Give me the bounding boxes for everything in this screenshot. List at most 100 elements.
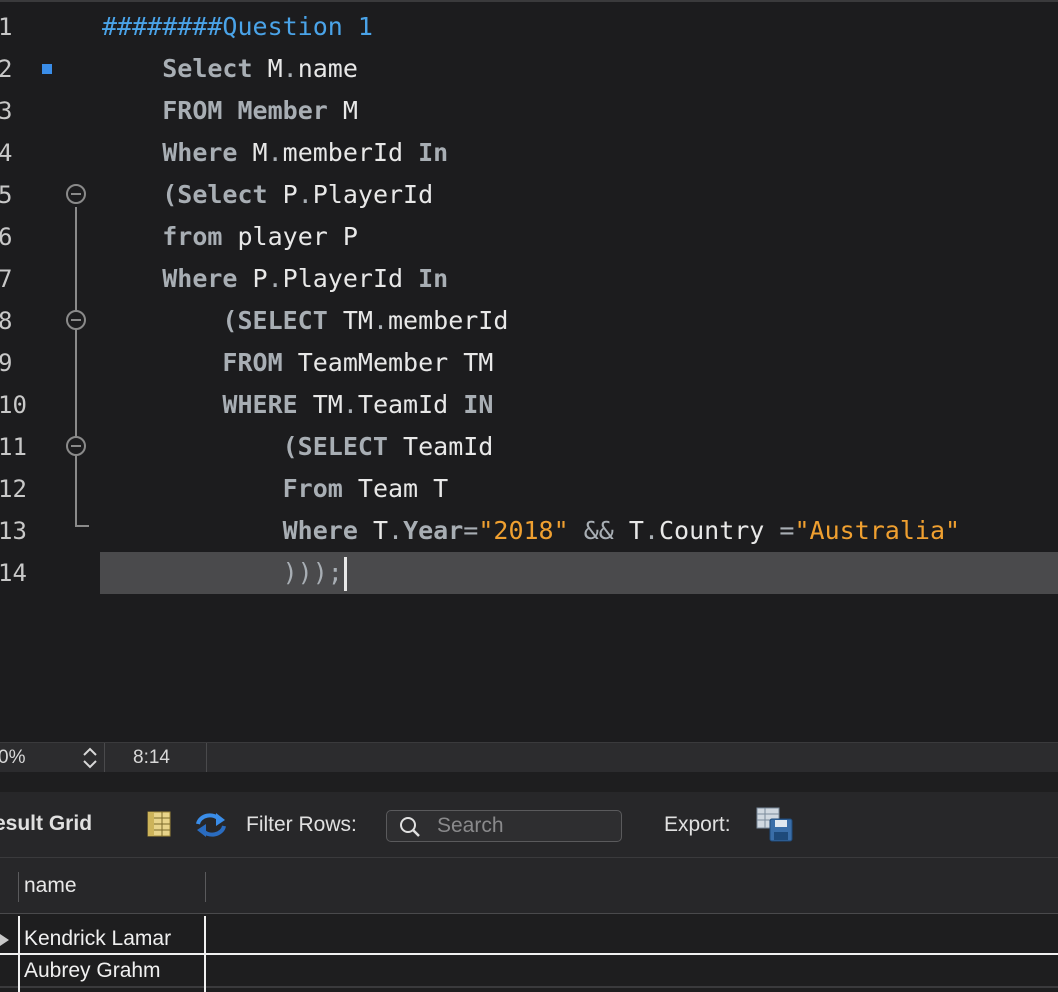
code-text[interactable]: FROM Member M bbox=[102, 90, 358, 132]
code-line[interactable]: 13 Where T.Year="2018" && T.Country ="Au… bbox=[0, 510, 1058, 552]
code-text[interactable]: ))); bbox=[102, 552, 347, 594]
filter-rows-label: Filter Rows: bbox=[246, 813, 357, 836]
token: memberId bbox=[282, 138, 419, 167]
code-line[interactable]: 6 from player P bbox=[0, 216, 1058, 258]
code-text[interactable]: (SELECT TeamId bbox=[102, 426, 494, 468]
result-toolbar: esult Grid Filter Rows: Export: bbox=[0, 792, 1058, 858]
token-str: "Australia" bbox=[794, 516, 961, 545]
code-line[interactable]: 8 (SELECT TM.memberId bbox=[0, 300, 1058, 342]
token: TeamId bbox=[387, 432, 494, 461]
panel-gap bbox=[0, 772, 1058, 792]
token: TM bbox=[327, 306, 373, 335]
code-text[interactable]: (SELECT TM.memberId bbox=[102, 300, 508, 342]
line-number: 4 bbox=[0, 139, 13, 167]
token: player P bbox=[222, 222, 358, 251]
token-kw: Member bbox=[237, 96, 328, 125]
search-box[interactable] bbox=[386, 810, 622, 842]
token-kw: Year bbox=[403, 516, 464, 545]
column-separator[interactable] bbox=[205, 872, 206, 902]
line-number: 3 bbox=[0, 97, 13, 125]
token-op: = bbox=[779, 516, 795, 545]
code-text[interactable]: Where P.PlayerId In bbox=[102, 258, 448, 300]
code-text[interactable]: ########Question 1 bbox=[102, 6, 373, 48]
token-kw: In bbox=[418, 264, 449, 293]
code-line[interactable]: 1 ########Question 1 bbox=[0, 6, 1058, 48]
table-row[interactable]: Kendrick Lamar bbox=[0, 922, 1058, 952]
sql-editor[interactable]: 1 ########Question 12 Select M.name 3 FROM… bbox=[0, 0, 1058, 742]
editor-statusbar: 0% 8:14 bbox=[0, 742, 1058, 773]
token-kw: (Select bbox=[162, 180, 268, 209]
token: PlayerId bbox=[312, 180, 434, 209]
token-op: ))); bbox=[282, 558, 343, 587]
token: M bbox=[237, 138, 268, 167]
line-number: 5 bbox=[0, 181, 13, 209]
token-op: . bbox=[388, 516, 404, 545]
token-op: . bbox=[297, 180, 313, 209]
token-op: . bbox=[342, 390, 358, 419]
code-line[interactable]: 4 Where M.memberId In bbox=[0, 132, 1058, 174]
code-text[interactable]: Where T.Year="2018" && T.Country ="Austr… bbox=[102, 510, 960, 552]
table-cell[interactable]: Aubrey Grahm bbox=[24, 959, 161, 983]
search-input[interactable] bbox=[437, 811, 617, 841]
token-str: "2018" bbox=[478, 516, 569, 545]
code-text[interactable]: FROM TeamMember TM bbox=[102, 342, 493, 384]
line-number: 8 bbox=[0, 307, 13, 335]
stepper-updown-icon[interactable] bbox=[80, 746, 100, 770]
token-kw: Where bbox=[162, 264, 238, 293]
token-kw: (SELECT bbox=[222, 306, 328, 335]
grid-header: name bbox=[0, 858, 1058, 914]
code-line[interactable]: 2 Select M.name bbox=[0, 48, 1058, 90]
code-text[interactable]: Select M.name bbox=[102, 48, 358, 90]
line-number: 11 bbox=[0, 433, 27, 461]
code-text[interactable]: Where M.memberId In bbox=[102, 132, 448, 174]
code-line[interactable]: 12 From Team T bbox=[0, 468, 1058, 510]
line-number: 12 bbox=[0, 475, 27, 503]
code-text[interactable]: WHERE TM.TeamId IN bbox=[102, 384, 493, 426]
code-line[interactable]: 9 FROM TeamMember TM bbox=[0, 342, 1058, 384]
token: P bbox=[267, 180, 298, 209]
token-kw: In bbox=[418, 138, 449, 167]
fold-collapse-icon[interactable] bbox=[66, 436, 86, 456]
grid-view-icon[interactable] bbox=[146, 811, 172, 837]
line-number: 13 bbox=[0, 517, 27, 545]
fold-collapse-icon[interactable] bbox=[66, 184, 86, 204]
code-line[interactable]: 11 (SELECT TeamId bbox=[0, 426, 1058, 468]
token: TM bbox=[297, 390, 343, 419]
token: M bbox=[252, 54, 283, 83]
token-op: . bbox=[643, 516, 659, 545]
column-header-name[interactable]: name bbox=[24, 874, 77, 898]
token: memberId bbox=[388, 306, 509, 335]
code-line[interactable]: 3 FROM Member M bbox=[0, 90, 1058, 132]
line-number: 9 bbox=[0, 349, 13, 377]
breakpoint-icon[interactable] bbox=[42, 64, 52, 74]
table-cell[interactable]: Kendrick Lamar bbox=[24, 927, 171, 951]
result-grid-tab[interactable]: esult Grid bbox=[0, 812, 92, 836]
code-text[interactable]: (Select P.PlayerId bbox=[102, 174, 433, 216]
code-line[interactable]: 5 (Select P.PlayerId bbox=[0, 174, 1058, 216]
token-kw: (SELECT bbox=[282, 432, 388, 461]
code-line[interactable]: 7 Where P.PlayerId In bbox=[0, 258, 1058, 300]
line-number: 7 bbox=[0, 265, 13, 293]
token-kw: FROM bbox=[162, 96, 223, 125]
fold-collapse-icon[interactable] bbox=[66, 310, 86, 330]
token-kw: Where bbox=[162, 138, 238, 167]
code-text[interactable]: From Team T bbox=[102, 468, 449, 510]
code-text[interactable]: from player P bbox=[102, 216, 358, 258]
refresh-icon[interactable] bbox=[194, 810, 228, 840]
row-divider bbox=[0, 986, 1058, 988]
table-row[interactable]: Aubrey Grahm bbox=[0, 954, 1058, 984]
code-line[interactable]: 10 WHERE TM.TeamId IN bbox=[0, 384, 1058, 426]
token: Country bbox=[659, 516, 780, 545]
line-number: 1 bbox=[0, 13, 13, 41]
selected-cell-border bbox=[204, 916, 206, 992]
token-kw: WHERE bbox=[222, 390, 298, 419]
export-save-icon[interactable] bbox=[756, 807, 794, 843]
code-line[interactable]: 14 ))); bbox=[0, 552, 1058, 594]
